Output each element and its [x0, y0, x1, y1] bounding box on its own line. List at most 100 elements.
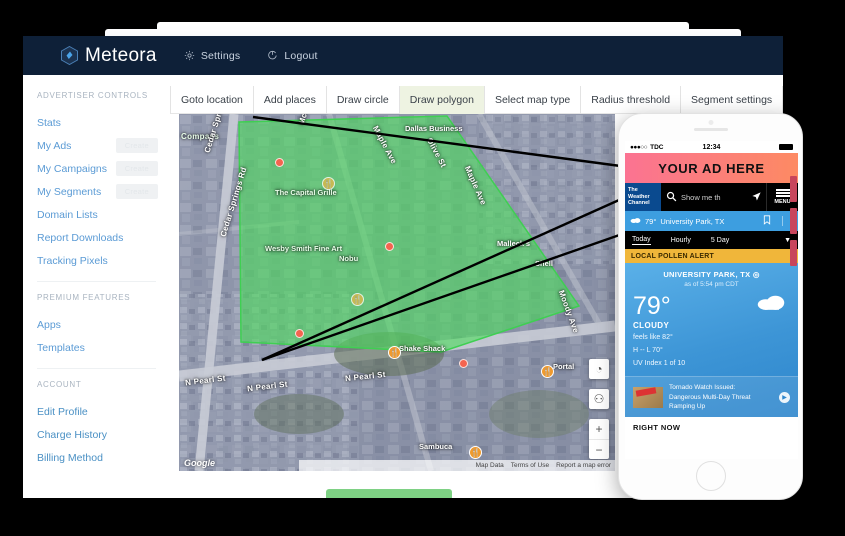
tab-today[interactable]: Today [632, 236, 651, 245]
map-pegman-control[interactable]: ⚇ [589, 389, 609, 409]
sidebar-item-edit-profile[interactable]: Edit Profile [23, 400, 170, 423]
sidebar-item-my-segments[interactable]: My Segments Create [23, 180, 170, 203]
sidebar-item-tracking-pixels-label: Tracking Pixels [37, 255, 108, 267]
map-data-link[interactable]: Map Data [476, 462, 504, 469]
sidebar-item-domain-lists-label: Domain Lists [37, 209, 98, 221]
pegman-icon[interactable]: ⚇ [589, 389, 609, 409]
map-street-view-controls[interactable]: ◔ [589, 359, 609, 379]
street-view-icon[interactable]: ◔ [589, 359, 609, 379]
tornado-alert-row[interactable]: Tornado Watch Issued: Dangerous Multi-Da… [625, 376, 798, 416]
status-time: 12:34 [703, 144, 721, 151]
map-zoom-controls[interactable]: + − [589, 419, 609, 459]
search-input[interactable]: Show me th [661, 183, 766, 211]
sidebar-item-apps-label: Apps [37, 319, 61, 331]
phone-mockup: ●●●○○ TDC 12:34 YOUR AD HERE The Weather… [618, 113, 803, 500]
submit-segment-button[interactable] [326, 489, 452, 498]
terms-of-use-link[interactable]: Terms of Use [511, 462, 549, 469]
sidebar-item-stats-label: Stats [37, 117, 61, 129]
bookmark-icon[interactable] [763, 215, 771, 227]
twc-logo-line-1: The [628, 187, 661, 194]
zoom-out-button[interactable]: − [589, 439, 609, 459]
polygon-vertex-marker[interactable] [459, 359, 468, 368]
tab-segment-settings[interactable]: Segment settings [681, 86, 783, 114]
accent-strip [790, 240, 797, 266]
pollen-alert-banner[interactable]: LOCAL POLLEN ALERT [625, 249, 798, 263]
tab-add-places[interactable]: Add places [254, 86, 327, 114]
logout-icon [267, 50, 278, 61]
current-asof: as of 5:54 pm CDT [633, 281, 790, 288]
ad-banner[interactable]: YOUR AD HERE [625, 153, 798, 183]
nav-item-settings[interactable]: Settings [184, 50, 241, 62]
create-campaign-button[interactable]: Create [116, 161, 158, 176]
map-label: Shake Shack [399, 344, 445, 353]
sidebar-item-charge-history[interactable]: Charge History [23, 423, 170, 446]
sidebar-item-templates-label: Templates [37, 342, 85, 354]
restaurant-poi-icon[interactable]: 🍴 [541, 365, 554, 378]
map-label: Shell [535, 259, 553, 268]
brand-logo[interactable]: Meteora [61, 45, 157, 67]
current-feels-like: feels like 82° [633, 333, 790, 343]
location-bar[interactable]: 79° University Park, TX › [625, 211, 798, 231]
tab-draw-polygon[interactable]: Draw polygon [400, 86, 485, 114]
sidebar-item-templates[interactable]: Templates [23, 336, 170, 359]
create-ad-button[interactable]: Create [116, 138, 158, 153]
map-canvas[interactable]: Compass Cedar Springs Rd Cedar Springs R… [179, 114, 615, 471]
play-icon[interactable]: ▶ [779, 392, 790, 403]
polygon-vertex-marker[interactable] [385, 242, 394, 251]
carrier-label: TDC [650, 144, 663, 151]
restaurant-poi-icon[interactable]: 🍴 [322, 177, 335, 190]
current-city-text: UNIVERSITY PARK, TX [663, 270, 750, 279]
sidebar-item-my-campaigns[interactable]: My Campaigns Create [23, 157, 170, 180]
nav-item-settings-label: Settings [201, 50, 241, 62]
tab-goto-location[interactable]: Goto location [170, 86, 254, 114]
accent-strip [790, 208, 797, 234]
location-target-icon: ◎ [753, 270, 760, 279]
twc-logo-line-3: Channel [628, 200, 661, 207]
sidebar-item-stats[interactable]: Stats [23, 111, 170, 134]
sidebar-item-billing-method-label: Billing Method [37, 452, 103, 464]
sidebar-item-my-ads[interactable]: My Ads Create [23, 134, 170, 157]
sidebar-item-charge-history-label: Charge History [37, 429, 107, 441]
cloudy-weather-icon [756, 291, 786, 311]
tab-draw-circle[interactable]: Draw circle [327, 86, 400, 114]
ad-banner-text: YOUR AD HERE [658, 161, 764, 176]
top-navigation-bar: Meteora Settings Logou [23, 36, 783, 75]
current-conditions-panel: UNIVERSITY PARK, TX ◎ as of 5:54 pm CDT … [625, 263, 798, 417]
tab-select-map-type[interactable]: Select map type [485, 86, 581, 114]
sidebar-item-report-downloads[interactable]: Report Downloads [23, 226, 170, 249]
sidebar-item-domain-lists[interactable]: Domain Lists [23, 203, 170, 226]
map-attribution: Map Data Terms of Use Report a map error [299, 460, 615, 471]
map-label: Portal [553, 362, 574, 371]
phone-screen: ●●●○○ TDC 12:34 YOUR AD HERE The Weather… [625, 141, 798, 459]
polygon-vertex-marker[interactable] [275, 158, 284, 167]
battery-icon [779, 144, 793, 150]
polygon-vertex-marker[interactable] [295, 329, 304, 338]
sidebar-heading-account: ACCOUNT [23, 380, 170, 389]
sidebar-item-billing-method[interactable]: Billing Method [23, 446, 170, 469]
zoom-in-button[interactable]: + [589, 419, 609, 439]
create-segment-button[interactable]: Create [116, 184, 158, 199]
map-toolbar-tabs: Goto location Add places Draw circle Dra… [170, 86, 783, 114]
phone-speaker-icon [694, 128, 728, 131]
tab-hourly[interactable]: Hourly [671, 237, 691, 244]
sidebar-heading-premium-features: PREMIUM FEATURES [23, 293, 170, 302]
hamburger-icon [776, 189, 790, 197]
nav-item-logout[interactable]: Logout [267, 50, 317, 62]
restaurant-poi-icon[interactable]: 🍴 [469, 446, 482, 459]
map-label: Sambuca [419, 442, 452, 451]
location-arrow-icon[interactable] [751, 191, 762, 204]
restaurant-poi-icon[interactable]: 🍴 [351, 293, 364, 306]
google-watermark: Google [184, 458, 215, 468]
phone-home-button[interactable] [696, 461, 726, 491]
alert-line-3: Ramping Up [669, 403, 705, 410]
map-label: Wesby Smith Fine Art [265, 244, 342, 253]
alert-thumbnail-icon [633, 387, 663, 408]
screenshot-root: Meteora Settings Logou [0, 0, 845, 536]
restaurant-poi-icon[interactable]: 🍴 [388, 346, 401, 359]
sidebar-item-tracking-pixels[interactable]: Tracking Pixels [23, 249, 170, 272]
sidebar-item-apps[interactable]: Apps [23, 313, 170, 336]
report-map-error-link[interactable]: Report a map error [556, 462, 611, 469]
phone-camera-icon [708, 120, 713, 125]
tab-radius-threshold[interactable]: Radius threshold [581, 86, 681, 114]
tab-5-day[interactable]: 5 Day [711, 237, 729, 244]
